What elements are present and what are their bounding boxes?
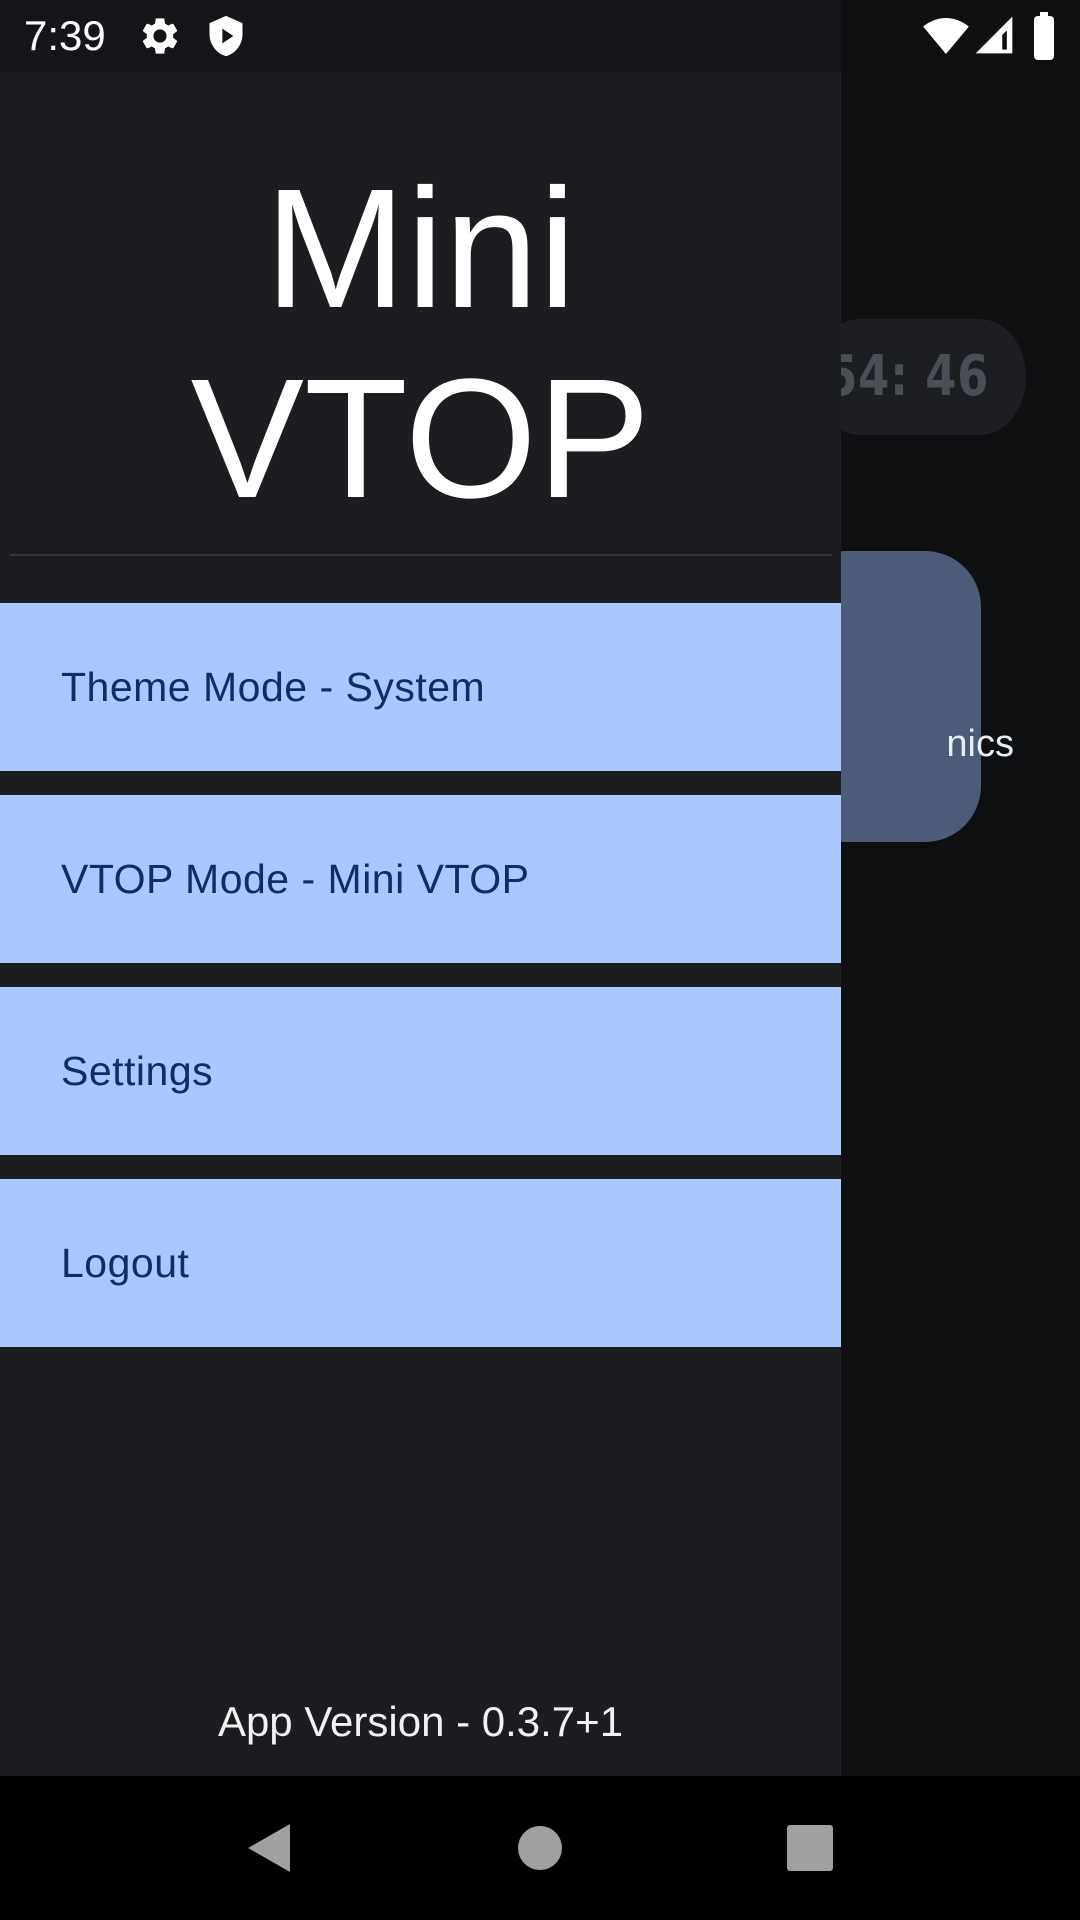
logout-item[interactable]: Logout	[0, 1179, 841, 1347]
status-bar: 7:39	[0, 0, 1080, 72]
drawer-title: Mini VTOP	[0, 154, 841, 534]
theme-mode-item[interactable]: Theme Mode - System	[0, 603, 841, 771]
back-button[interactable]	[196, 1776, 340, 1920]
settings-item[interactable]: Settings	[0, 987, 841, 1155]
menu-item-label: Theme Mode - System	[61, 663, 486, 710]
home-icon	[518, 1826, 562, 1870]
drawer-title-line2: VTOP	[190, 344, 651, 534]
navigation-bar	[0, 1776, 1080, 1920]
battery-icon	[1034, 12, 1054, 60]
back-icon	[248, 1824, 290, 1872]
menu-item-label: VTOP Mode - Mini VTOP	[61, 855, 530, 902]
cellular-signal-icon	[975, 16, 1013, 54]
navigation-drawer: Mini VTOP Theme Mode - System VTOP Mode …	[0, 72, 841, 1776]
wifi-icon	[923, 18, 969, 54]
home-button[interactable]	[468, 1776, 612, 1920]
screen: 54: 46 nics 7:39 Mini VTOP Theme Mode - …	[0, 0, 1080, 1920]
menu-item-label: Settings	[61, 1047, 214, 1094]
status-time: 7:39	[24, 12, 106, 59]
shield-play-icon	[209, 15, 243, 57]
app-version: App Version - 0.3.7+1	[217, 1698, 624, 1745]
subject-card-label: nics	[946, 723, 1014, 765]
drawer-divider	[10, 554, 832, 556]
recents-button[interactable]	[738, 1776, 882, 1920]
vtop-mode-item[interactable]: VTOP Mode - Mini VTOP	[0, 795, 841, 963]
menu-item-label: Logout	[61, 1239, 190, 1286]
drawer-header: Mini VTOP	[0, 72, 841, 555]
recents-icon	[787, 1825, 833, 1871]
countdown-timer: 54: 46	[813, 319, 1026, 435]
gear-icon	[142, 18, 178, 54]
drawer-title-line1: Mini	[264, 154, 577, 344]
